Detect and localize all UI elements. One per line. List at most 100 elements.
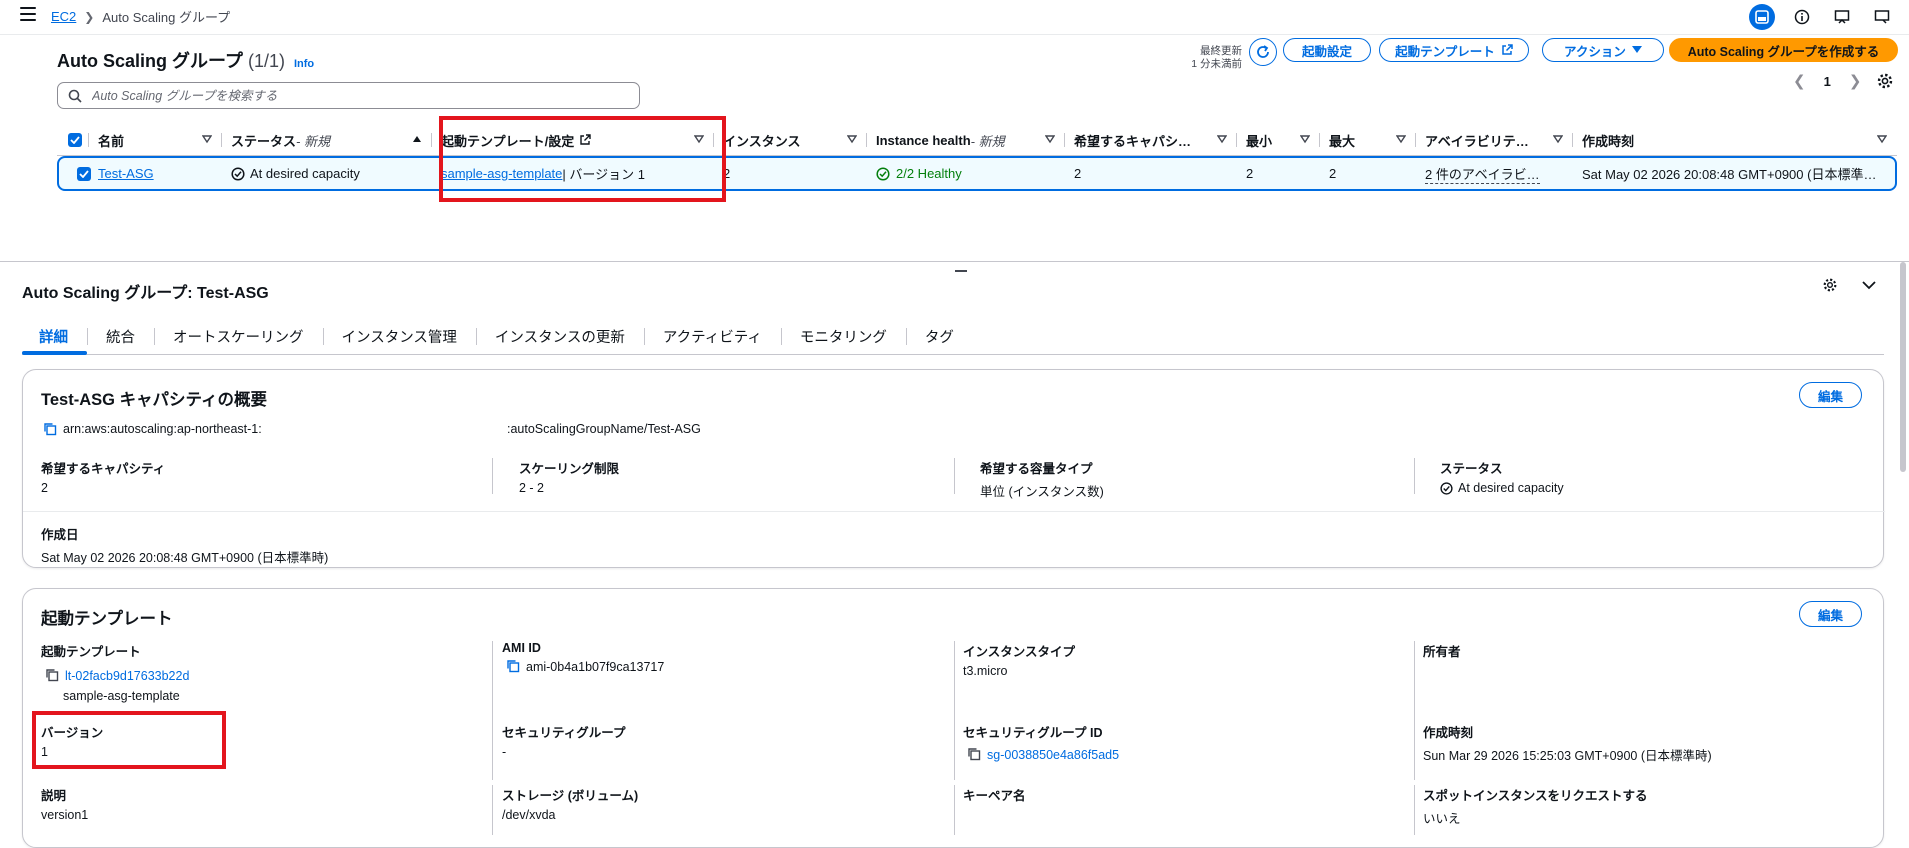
refresh-button[interactable] [1249,38,1277,66]
chevron-down-icon[interactable] [1862,280,1876,290]
column-divider [954,722,955,780]
gear-icon[interactable] [1822,277,1838,293]
tab-activity[interactable]: アクティビティ [643,318,781,354]
breadcrumb-ec2-link[interactable]: EC2 [51,9,76,24]
launch-config-button[interactable]: 起動設定 [1283,38,1371,62]
storage-field: ストレージ (ボリューム) /dev/xvda [502,785,638,822]
capacity-type-value: 単位 (インスタンス数) [980,485,1104,499]
asg-name-link[interactable]: Test-ASG [98,166,154,181]
edit-launch-template-label: 編集 [1817,608,1843,623]
column-instance-health[interactable]: Instance health - 新規 [867,125,1065,155]
column-instances[interactable]: インスタンス [714,125,867,155]
column-min[interactable]: 最小 [1237,125,1320,155]
breadcrumb: EC2 ❯ Auto Scaling グループ [51,7,230,26]
row-health-cell: 2/2 Healthy [867,158,1065,189]
copy-icon[interactable] [45,668,59,682]
table-header: 名前 ステータス - 新規 起動テンプレート/設定 インスタンス Instanc… [57,125,1897,156]
column-launch-template-label: 起動テンプレート/設定 [441,133,575,149]
instance-type-field: インスタンスタイプ t3.micro [963,641,1075,678]
launch-template-link[interactable]: sample-asg-template [441,166,562,181]
info-icon[interactable] [1789,4,1815,30]
drag-handle-icon[interactable] [955,270,967,272]
copy-icon[interactable] [967,747,981,761]
actions-button[interactable]: アクション [1542,38,1664,62]
edit-launch-template-button[interactable]: 編集 [1798,601,1862,627]
launch-template-id-link[interactable]: lt-02facb9d17633b22d [65,669,189,683]
arn-row: arn:aws:autoscaling:ap-northeast-1: :aut… [43,422,943,436]
tab-integrations[interactable]: 統合 [87,318,154,354]
capacity-card-title: Test-ASG キャパシティの概要 [41,391,268,409]
lt-created-label: 作成時刻 [1423,726,1474,740]
tab-auto-scaling[interactable]: オートスケーリング [154,318,323,354]
storage-label: ストレージ (ボリューム) [502,789,639,803]
column-divider [1414,458,1415,494]
column-divider [492,641,493,726]
column-status[interactable]: ステータス - 新規 [222,125,432,155]
feedback-icon[interactable] [1869,4,1895,30]
last-updated: 最終更新 1 分未満前 [1170,45,1242,71]
copy-icon[interactable] [506,659,520,673]
desired-capacity-field: 希望するキャパシティ 2 [41,458,165,495]
edit-capacity-button[interactable]: 編集 [1798,382,1862,408]
created-date-label: 作成日 [41,528,79,542]
table-row[interactable]: Test-ASG At desired capacity sample-asg-… [57,156,1897,191]
split-panel-icon[interactable] [1749,4,1775,30]
security-group-id-link[interactable]: sg-0038850e4a86f5ad5 [987,748,1119,762]
az-popover-trigger[interactable]: 2 件のアベイラビ… [1425,164,1540,184]
health-text: 2/2 Healthy [896,166,962,181]
launch-template-card: 起動テンプレート 編集 起動テンプレート lt-02facb9d17633b22… [22,588,1884,848]
tab-details[interactable]: 詳細 [22,318,87,355]
version-field: バージョン 1 [41,722,103,759]
column-health-label: Instance health [876,132,971,148]
tab-instance-refresh[interactable]: インスタンスの更新 [475,318,644,354]
description-label: 説明 [41,789,67,803]
column-divider [954,641,955,726]
column-desired-capacity[interactable]: 希望するキャパシ… [1065,125,1237,155]
column-launch-template[interactable]: 起動テンプレート/設定 [432,125,714,155]
scaling-limits-label: スケーリング制限 [519,462,620,476]
actions-label: アクション [1564,44,1626,59]
search-input[interactable] [90,87,594,104]
next-page-icon[interactable]: ❯ [1849,72,1862,90]
security-group-id-field: セキュリティグループ ID sg-0038850e4a86f5ad5 [963,722,1119,762]
status-ok-icon [1440,481,1453,495]
sort-caret-icon [1045,135,1055,144]
details-title: Auto Scaling グループ: Test-ASG [22,285,269,302]
column-max[interactable]: 最大 [1320,125,1416,155]
ami-id-field: AMI ID ami-0b4a1b07f9ca13717 [502,641,664,674]
copy-icon[interactable] [43,422,57,436]
tab-instance-management[interactable]: インスタンス管理 [322,318,476,354]
arn-suffix: :autoScalingGroupName/Test-ASG [507,422,701,436]
search-box[interactable] [57,82,640,109]
previous-page-icon[interactable]: ❮ [1793,72,1806,90]
last-updated-label: 最終更新 [1200,45,1242,57]
column-availability-zones[interactable]: アベイラビリテ… [1416,125,1573,155]
version-label: バージョン [41,726,104,740]
menu-icon[interactable] [20,7,36,21]
tab-tags[interactable]: タグ [905,318,973,354]
capacity-overview-card: Test-ASG キャパシティの概要 編集 arn:aws:autoscalin… [22,369,1885,568]
launch-templates-button[interactable]: 起動テンプレート [1379,38,1529,62]
preferences-gear-icon[interactable] [1876,72,1894,93]
column-divider [492,722,493,780]
scaling-limits-field: スケーリング制限 2 - 2 [519,458,619,495]
column-desired-label: 希望するキャパシ… [1074,133,1192,149]
info-link[interactable]: Info [294,58,314,70]
presentation-icon[interactable] [1829,4,1855,30]
page-number[interactable]: 1 [1824,74,1831,89]
column-created-time[interactable]: 作成時刻 [1573,125,1897,155]
sort-caret-icon [1217,135,1227,144]
sort-caret-icon [694,135,704,144]
row-divider [23,511,1885,512]
tab-monitoring[interactable]: モニタリング [780,318,906,354]
column-name[interactable]: 名前 [89,125,222,155]
scrollbar[interactable] [1900,262,1906,472]
select-all-checkbox[interactable] [57,125,89,155]
desired-capacity-value: 2 [41,481,48,495]
sort-caret-icon [1300,135,1310,144]
create-asg-button[interactable]: Auto Scaling グループを作成する [1669,38,1898,62]
column-instances-label: インスタンス [723,133,801,149]
external-link-icon [1502,44,1513,55]
selection-count: (1/1) [247,51,285,71]
status-label: ステータス [1440,462,1503,476]
